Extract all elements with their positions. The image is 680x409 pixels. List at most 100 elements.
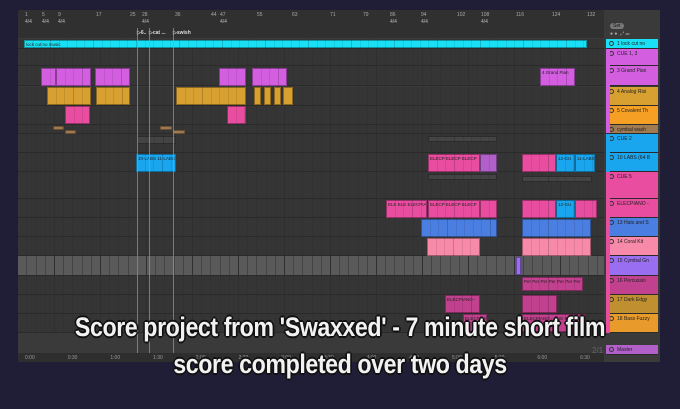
- set-button[interactable]: Set: [610, 23, 624, 29]
- track-name: 16 Percussio: [617, 278, 646, 284]
- track-name: 3 Grand Pian: [617, 68, 647, 74]
- track-lane[interactable]: [18, 153, 604, 172]
- clip[interactable]: [522, 200, 556, 218]
- bar-number: 132: [587, 12, 596, 18]
- bar-number: 108: [481, 12, 490, 18]
- clip[interactable]: Per Per Per Per Per Per Per: [522, 277, 583, 291]
- clip[interactable]: [65, 130, 76, 134]
- time-signature[interactable]: 4/4: [390, 19, 397, 25]
- track-name: 13 Hats and S: [617, 220, 649, 226]
- clip[interactable]: lock cut no music: [24, 40, 587, 48]
- time-signature[interactable]: 4/4: [481, 19, 488, 25]
- clip[interactable]: [516, 257, 521, 275]
- track-lane[interactable]: [18, 199, 604, 218]
- locator-label: cat ...: [152, 30, 166, 36]
- clip[interactable]: [480, 200, 497, 218]
- clip[interactable]: [47, 87, 91, 105]
- locator[interactable]: ▷6..: [137, 30, 146, 36]
- time-signature[interactable]: 4/4: [58, 19, 65, 25]
- track-name: CUE 2: [617, 136, 632, 142]
- clip[interactable]: 10-LABS 11-LABS: [136, 154, 176, 172]
- clip[interactable]: [252, 68, 287, 86]
- track-header[interactable]: 3 Grand Pian: [606, 66, 658, 86]
- track-header[interactable]: 16 Percussio: [606, 276, 658, 295]
- track-header[interactable]: 5 Covalent Th: [606, 106, 658, 125]
- clip[interactable]: [522, 176, 592, 182]
- track-lane[interactable]: [18, 218, 604, 237]
- clip[interactable]: [53, 126, 64, 130]
- clip[interactable]: [428, 136, 497, 142]
- clip[interactable]: [254, 87, 261, 105]
- time-label: 0:00: [25, 355, 35, 361]
- clip[interactable]: [264, 87, 271, 105]
- clip[interactable]: [173, 130, 185, 134]
- clip[interactable]: [274, 87, 281, 105]
- monitor-icons[interactable]: ● ● ⤢ ▭: [610, 31, 629, 37]
- track-header[interactable]: CUE 2: [606, 134, 658, 153]
- track-header[interactable]: 15 Cymbal Gn: [606, 256, 658, 276]
- track-name: 5 Covalent Th: [617, 108, 649, 114]
- clip[interactable]: 12-GU: [556, 154, 575, 172]
- time-signature[interactable]: 4/4: [142, 19, 149, 25]
- track-header[interactable]: CUE 1, 3: [606, 49, 658, 66]
- track-header[interactable]: 14 Coral Kit: [606, 237, 658, 256]
- clip[interactable]: [522, 238, 591, 256]
- track-lane[interactable]: [18, 134, 604, 153]
- track-header[interactable]: 4 Analog Risi: [606, 87, 658, 106]
- bar-number: 79: [363, 12, 369, 18]
- bar-number: 86: [390, 12, 396, 18]
- clip[interactable]: [227, 106, 246, 124]
- clip[interactable]: [421, 219, 497, 237]
- track-name: CUE 5: [617, 174, 632, 180]
- locator-row[interactable]: ▷6.. ▷cat ... ▷swish: [18, 28, 604, 39]
- clip[interactable]: [428, 174, 497, 180]
- track-header[interactable]: cymbal wash: [606, 125, 658, 134]
- clip[interactable]: 4 Grand Pian: [540, 68, 575, 86]
- time-signature[interactable]: 4/4: [25, 19, 32, 25]
- track-header[interactable]: CUE 5: [606, 172, 658, 199]
- clip[interactable]: [219, 68, 246, 86]
- bar-number: 102: [457, 12, 466, 18]
- clip[interactable]: [283, 87, 293, 105]
- track-lane[interactable]: [18, 125, 604, 134]
- caption-line-2: score completed over two days: [173, 349, 507, 379]
- bar-number: 94: [421, 12, 427, 18]
- track-header[interactable]: ELECPIANO -: [606, 199, 658, 218]
- clip[interactable]: [522, 295, 557, 313]
- track-lane[interactable]: [18, 172, 604, 199]
- track-header[interactable]: 10 LABS (64 B: [606, 153, 658, 172]
- clip[interactable]: [480, 154, 497, 172]
- time-signature[interactable]: 4/4: [42, 19, 49, 25]
- locator[interactable]: ▷cat ...: [149, 30, 166, 36]
- track-name: 10 LABS (64 B: [617, 155, 651, 161]
- clip[interactable]: ELECP ELECP ELECP: [428, 200, 480, 218]
- track-lane[interactable]: [18, 237, 604, 256]
- clip[interactable]: [575, 200, 597, 218]
- track-activator-icon[interactable]: [609, 41, 614, 46]
- clip[interactable]: ELECP ELECP ELECP: [428, 154, 480, 172]
- clip[interactable]: [65, 106, 90, 124]
- clip[interactable]: 12-GU: [556, 200, 575, 218]
- clip[interactable]: [522, 154, 556, 172]
- time-signature[interactable]: 4/4: [220, 19, 227, 25]
- time-signature[interactable]: 4/4: [421, 19, 428, 25]
- track-header[interactable]: 1 lock cut no: [606, 39, 658, 49]
- bar-number: 1: [25, 12, 28, 18]
- clip[interactable]: [137, 136, 176, 144]
- clip[interactable]: [427, 238, 480, 256]
- track-lane[interactable]: [18, 106, 604, 125]
- clip[interactable]: [522, 219, 591, 237]
- clip[interactable]: ELECPIANO -: [445, 295, 480, 313]
- track-header[interactable]: 13 Hats and S: [606, 218, 658, 237]
- clip[interactable]: [176, 87, 246, 105]
- clip[interactable]: [56, 68, 91, 86]
- clip[interactable]: [96, 87, 130, 105]
- clip[interactable]: [160, 126, 172, 130]
- clip[interactable]: [41, 68, 56, 86]
- locator[interactable]: ▷swish: [173, 30, 191, 36]
- track-lane[interactable]: [18, 49, 604, 66]
- clip[interactable]: [95, 68, 130, 86]
- track-lane[interactable]: [18, 276, 604, 295]
- clip[interactable]: ELE ELE ELECPIA: [386, 200, 427, 218]
- clip[interactable]: 11-LABS: [575, 154, 595, 172]
